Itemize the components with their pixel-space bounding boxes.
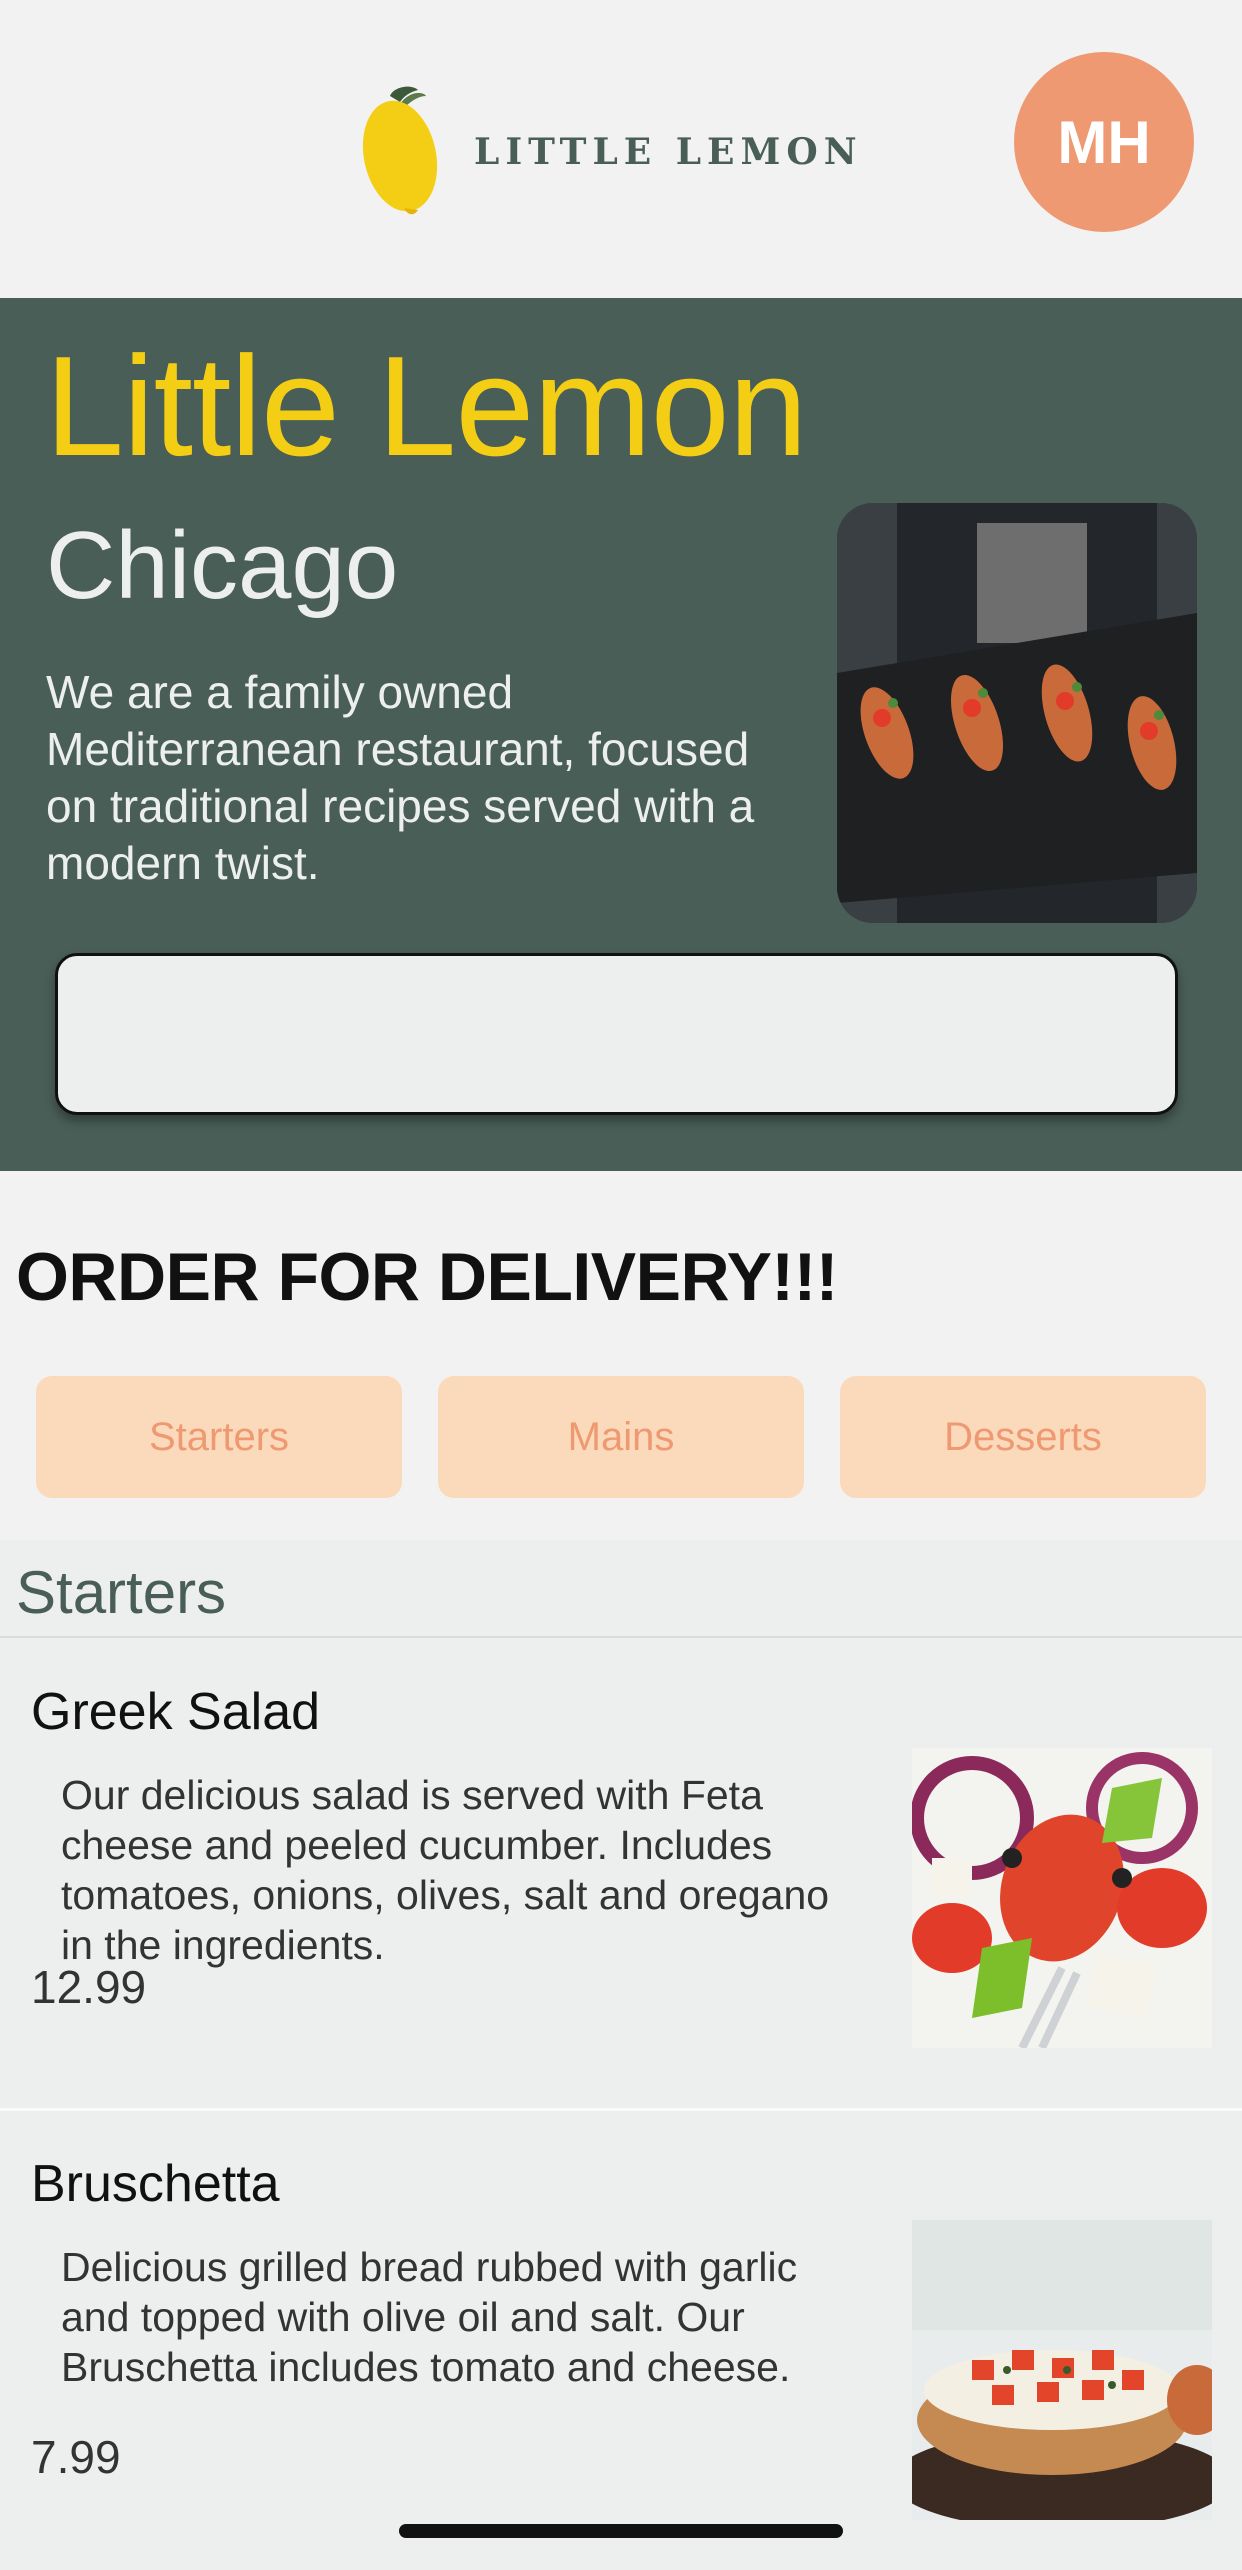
category-mains-button[interactable]: Mains bbox=[438, 1376, 804, 1498]
hero-food-image bbox=[837, 503, 1197, 923]
hero-title: Little Lemon bbox=[45, 327, 808, 486]
list-item[interactable]: Bruschetta Delicious grilled bread rubbe… bbox=[0, 2112, 1242, 2570]
logo-text: LITTLE LEMON bbox=[474, 131, 863, 173]
greek-salad-image bbox=[912, 1748, 1212, 2048]
hero-banner: Little Lemon Chicago We are a family own… bbox=[0, 298, 1242, 1171]
home-indicator[interactable] bbox=[399, 2524, 843, 2538]
app-header: LITTLE LEMON MH bbox=[0, 0, 1242, 298]
divider bbox=[0, 2108, 1242, 2111]
item-description: Our delicious salad is served with Feta … bbox=[61, 1772, 830, 1968]
order-delivery-heading: ORDER FOR DELIVERY!!! bbox=[16, 1239, 838, 1315]
item-price: 7.99 bbox=[31, 2431, 121, 2483]
item-price: 12.99 bbox=[31, 1961, 147, 2013]
search-input[interactable] bbox=[55, 953, 1178, 1115]
logo: LITTLE LEMON bbox=[360, 86, 863, 218]
item-description: Delicious grilled bread rubbed with garl… bbox=[61, 2244, 798, 2390]
item-name: Bruschetta bbox=[31, 2155, 280, 2213]
section-title: Starters bbox=[16, 1559, 227, 1626]
profile-avatar-button[interactable]: MH bbox=[1014, 52, 1194, 232]
hero-city: Chicago bbox=[46, 512, 399, 619]
category-desserts-button[interactable]: Desserts bbox=[840, 1376, 1206, 1498]
menu-list[interactable]: Starters Greek Salad Our delicious salad… bbox=[0, 1540, 1242, 2570]
list-item[interactable]: Greek Salad Our delicious salad is serve… bbox=[0, 1640, 1242, 2048]
bruschetta-image bbox=[912, 2220, 1212, 2520]
section-header: Starters bbox=[0, 1540, 1242, 1638]
category-starters-button[interactable]: Starters bbox=[36, 1376, 402, 1498]
hero-description: We are a family owned Mediterranean rest… bbox=[46, 666, 755, 889]
lemon-logo-icon bbox=[360, 86, 444, 218]
item-name: Greek Salad bbox=[31, 1683, 321, 1741]
